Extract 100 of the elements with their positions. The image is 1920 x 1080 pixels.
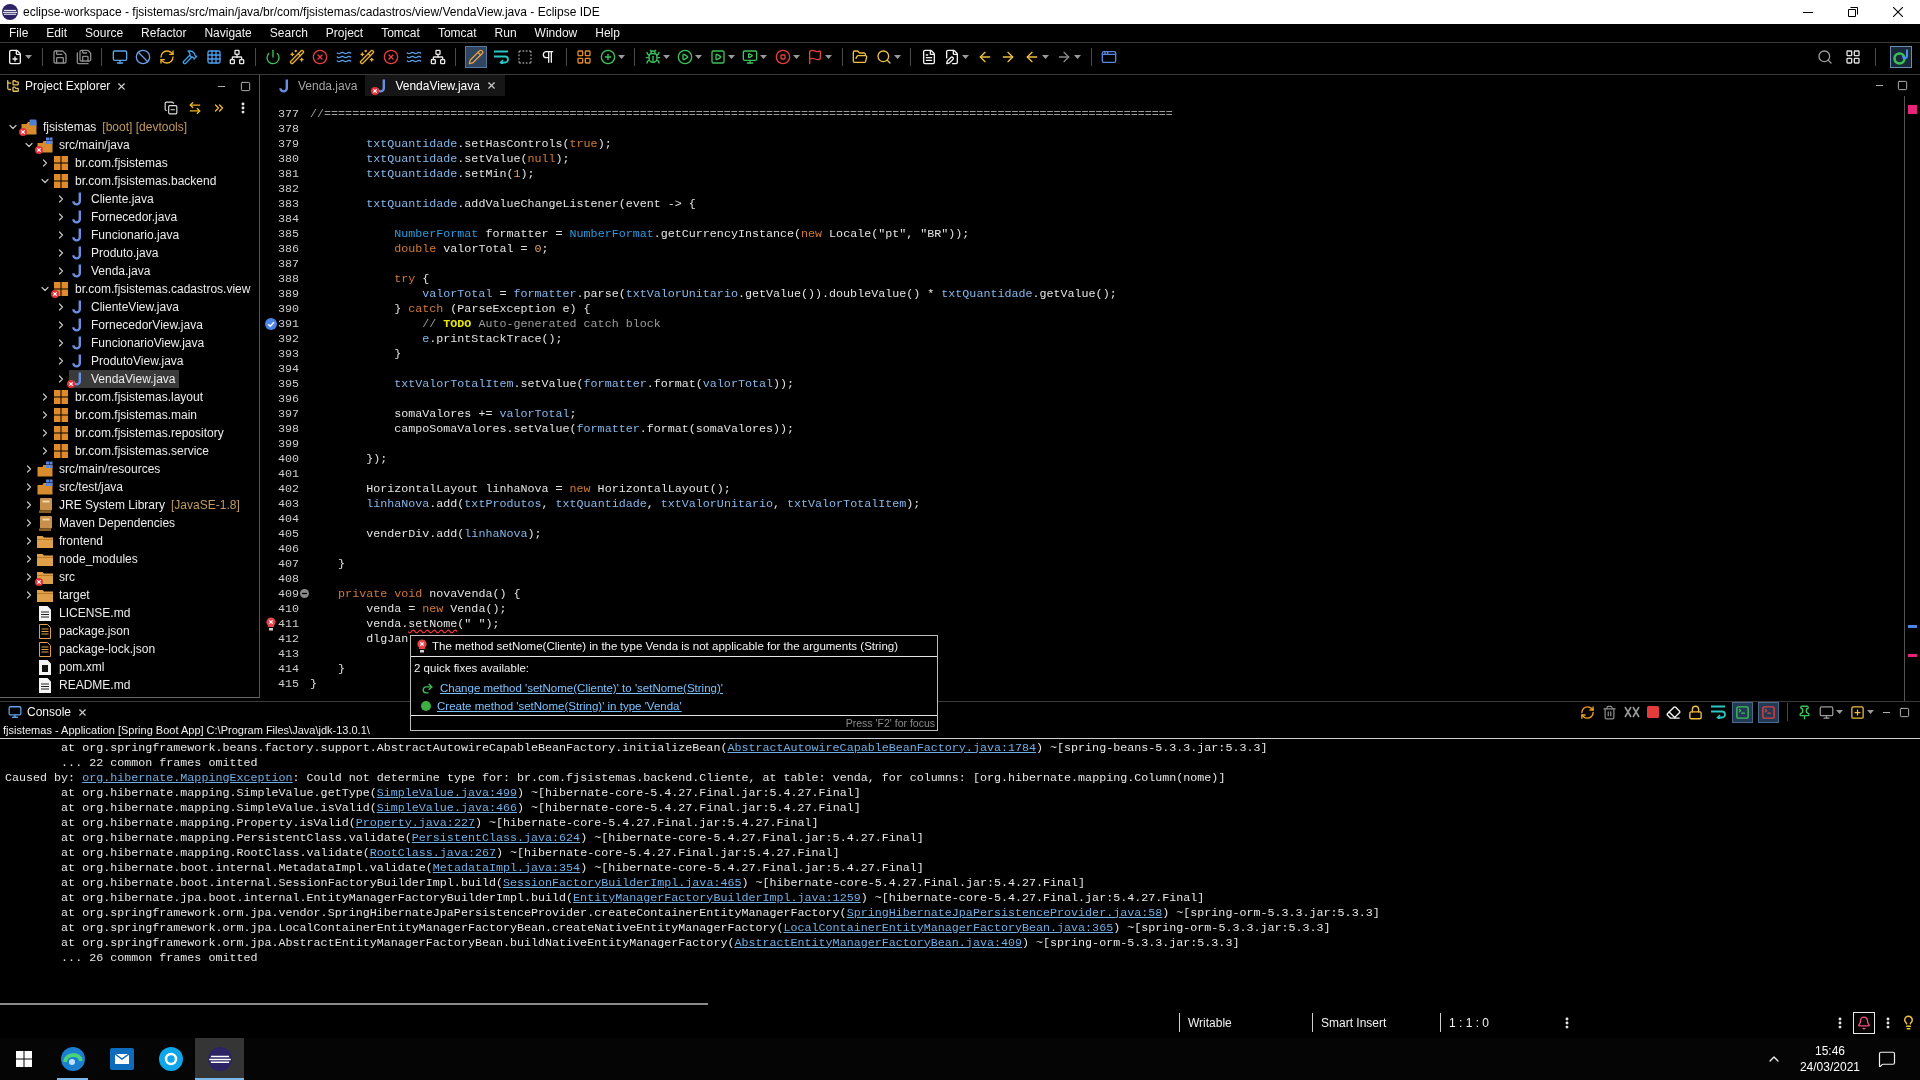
tree-item[interactable]: target <box>37 586 93 604</box>
maximize-icon[interactable] <box>1897 80 1908 91</box>
eraser-icon[interactable] <box>1666 704 1681 720</box>
tree-item[interactable]: FornecedorView.java <box>69 316 206 334</box>
bell-icon[interactable] <box>1853 1011 1875 1034</box>
tree-item[interactable]: Maven Dependencies <box>37 514 179 532</box>
caret-icon[interactable] <box>760 55 767 59</box>
maximize-icon[interactable] <box>240 80 251 92</box>
ring-hook-icon[interactable] <box>1890 46 1912 68</box>
refresh-icon[interactable] <box>158 49 175 65</box>
restore-icon[interactable] <box>1847 7 1858 17</box>
play-square-icon[interactable] <box>709 49 726 65</box>
menu-item[interactable]: Navigate <box>195 26 261 40</box>
source-link[interactable]: AbstractAutowireCapableBeanFactory.java:1784 <box>727 740 1036 755</box>
flag-icon[interactable] <box>807 49 823 65</box>
close-icon[interactable] <box>485 80 497 91</box>
network-icon[interactable] <box>229 49 245 65</box>
pin-icon[interactable] <box>1797 704 1812 720</box>
editor-tab[interactable]: VendaView.java <box>365 75 505 96</box>
monitor-play-icon[interactable] <box>742 49 758 65</box>
file-text-icon[interactable] <box>920 49 937 65</box>
caret-icon[interactable] <box>962 55 969 59</box>
caret-icon[interactable] <box>792 55 800 59</box>
ban-icon[interactable] <box>135 49 151 65</box>
power-icon[interactable] <box>265 49 281 65</box>
tree-item[interactable]: Produto.java <box>69 244 162 262</box>
tree-item[interactable]: br.com.fjsistemas.backend <box>53 172 220 190</box>
source-link[interactable]: LocalContainerEntityManagerFactoryBean.java:365 <box>783 920 1114 935</box>
source-link[interactable]: RootClass.java:267 <box>369 845 496 860</box>
minimize-icon[interactable] <box>1802 11 1813 13</box>
quick-fix-link[interactable]: Create method 'setNome(String)' in type 'Venda' <box>437 700 682 712</box>
tree-item[interactable]: JRE System Library [JavaSE-1.8] <box>37 496 243 514</box>
trash-icon[interactable] <box>1602 704 1617 720</box>
tree-item[interactable]: br.com.fjsistemas.main <box>53 406 201 424</box>
tree-item[interactable]: Venda.java <box>69 262 154 280</box>
caret-icon[interactable] <box>1867 710 1874 714</box>
message-icon[interactable] <box>1878 1050 1896 1068</box>
menu-item[interactable]: Project <box>316 26 373 40</box>
save-icon[interactable] <box>52 49 68 65</box>
source-link[interactable]: AbstractEntityManagerFactoryBean.java:409 <box>734 935 1022 950</box>
view-tab[interactable]: Project Explorer <box>6 79 111 93</box>
lightbulb-icon[interactable] <box>1901 1015 1916 1030</box>
close-icon[interactable] <box>77 706 89 718</box>
layout-grid-icon[interactable] <box>576 49 592 65</box>
horizontal-scrollbar[interactable] <box>0 1003 708 1005</box>
menu-item[interactable]: Tomcat <box>372 26 429 40</box>
file-pen-icon[interactable] <box>944 49 960 65</box>
tree-item[interactable]: README.md <box>37 676 134 694</box>
waves-icon[interactable] <box>335 49 352 65</box>
x-circle-icon[interactable] <box>312 49 328 65</box>
x-circle-icon[interactable] <box>382 49 399 65</box>
caret-icon[interactable] <box>893 55 901 59</box>
caret-icon[interactable] <box>1041 55 1049 59</box>
caret-icon[interactable] <box>25 55 32 59</box>
tree-item[interactable]: LICENSE.md <box>37 604 134 622</box>
tree-item[interactable]: fjsistemas [boot] [devtools] <box>21 118 191 136</box>
tree-item[interactable]: Funcionario.java <box>69 226 183 244</box>
editor-tab[interactable]: Venda.java <box>268 75 366 96</box>
stop-circle-icon[interactable] <box>774 49 791 65</box>
menu-item[interactable]: Run <box>485 26 526 40</box>
tree-item[interactable]: VendaView.java <box>69 370 179 388</box>
collapse-all-icon[interactable] <box>164 100 178 115</box>
caret-icon[interactable] <box>662 55 670 59</box>
tree-item[interactable]: ProdutoView.java <box>69 352 187 370</box>
tree-item[interactable]: br.com.fjsistemas.service <box>53 442 213 460</box>
pilcrow-icon[interactable] <box>540 49 556 65</box>
wrap-text-icon[interactable] <box>1710 705 1726 719</box>
folder-open-icon[interactable] <box>852 49 868 65</box>
tree-item[interactable]: br.com.fjsistemas.layout <box>53 388 207 406</box>
caret-icon[interactable] <box>727 55 735 59</box>
caret-icon[interactable] <box>1074 55 1081 59</box>
collapse-icon[interactable] <box>300 589 310 598</box>
source-link[interactable]: SpringHibernateJpaPersistenceProvider.java:58 <box>846 905 1163 920</box>
wrap-text-icon[interactable] <box>493 50 509 64</box>
monitor-icon[interactable] <box>1819 704 1834 720</box>
hammer-icon[interactable] <box>182 49 198 65</box>
caret-icon[interactable] <box>825 55 832 59</box>
taskbar-button[interactable] <box>195 1038 244 1080</box>
dashed-square-icon[interactable] <box>516 49 533 65</box>
close-icon[interactable] <box>116 80 128 92</box>
double-x-icon[interactable] <box>1624 706 1640 718</box>
layout-grid-icon[interactable] <box>1845 49 1861 65</box>
menu-item[interactable]: Tomcat <box>428 26 486 40</box>
network-icon[interactable] <box>429 49 446 65</box>
tree-item[interactable]: package-lock.json <box>37 640 159 658</box>
waves-icon[interactable] <box>406 49 422 65</box>
monitor-icon[interactable] <box>111 49 128 65</box>
tree-item[interactable]: src/main/resources <box>37 460 164 478</box>
source-link[interactable]: SimpleValue.java:499 <box>376 785 517 800</box>
arrows-left-right-icon[interactable] <box>188 100 202 115</box>
source-link[interactable]: Property.java:227 <box>355 815 475 830</box>
save-all-icon[interactable] <box>75 49 92 65</box>
app-window-icon[interactable] <box>1101 49 1117 65</box>
tree-item[interactable]: src <box>37 568 78 586</box>
menu-item[interactable]: Source <box>76 26 133 40</box>
lock-icon[interactable] <box>1688 704 1703 720</box>
caret-icon[interactable] <box>695 55 702 59</box>
search-icon[interactable] <box>875 49 892 65</box>
arrow-right-icon[interactable] <box>1056 49 1072 65</box>
caret-icon[interactable] <box>1836 710 1843 714</box>
